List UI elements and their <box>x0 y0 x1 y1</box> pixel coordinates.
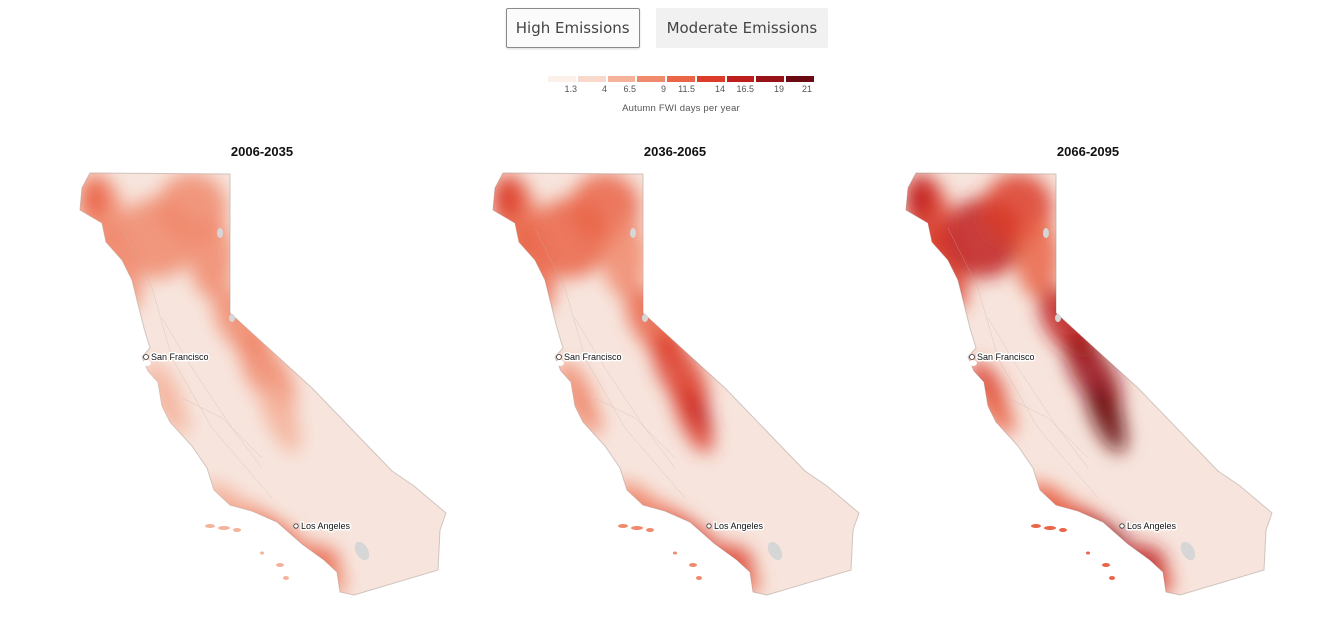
channel-island <box>218 526 230 530</box>
channel-island <box>1044 526 1056 530</box>
san-francisco-marker <box>143 354 149 360</box>
channel-island <box>205 524 215 528</box>
legend-swatch <box>607 76 636 82</box>
los-angeles-label: Los Angeles <box>714 521 764 531</box>
legend-tick: 9 <box>660 84 666 94</box>
legend-tick: 6.5 <box>623 84 636 94</box>
san-francisco-marker <box>556 354 562 360</box>
channel-island <box>276 563 284 567</box>
heat-region <box>190 218 234 298</box>
california-map: San Francisco Los Angeles <box>905 172 1273 596</box>
legend-swatch <box>577 76 606 82</box>
heat-region <box>603 218 647 298</box>
scenario-toggle: High Emissions Moderate Emissions <box>0 8 1334 48</box>
lake <box>217 228 223 238</box>
sf-bay <box>556 360 564 366</box>
legend-tick: 4 <box>601 84 607 94</box>
legend-swatch <box>696 76 725 82</box>
channel-island <box>1109 576 1115 580</box>
legend-title: Autumn FWI days per year <box>622 103 740 114</box>
heat-region <box>493 176 521 220</box>
channel-island <box>696 576 702 580</box>
legend-ticks: 1.3 4 6.5 9 11.5 14 16.5 19 21 <box>548 84 814 98</box>
legend-tick: 16.5 <box>736 84 754 94</box>
legend-tick: 19 <box>773 84 784 94</box>
channel-island <box>1031 524 1041 528</box>
san-francisco-label: San Francisco <box>151 352 209 362</box>
los-angeles-label: Los Angeles <box>1127 521 1177 531</box>
heat-region <box>906 176 934 220</box>
lake-tahoe <box>1055 314 1061 322</box>
map-title: 2066-2095 <box>1056 144 1120 159</box>
heat-region <box>80 176 108 220</box>
legend-swatch <box>548 76 576 82</box>
lake-tahoe <box>642 314 648 322</box>
legend-swatch <box>726 76 755 82</box>
channel-island <box>646 528 654 532</box>
legend-tick: 11.5 <box>678 84 695 94</box>
los-angeles-marker <box>293 523 299 529</box>
san-francisco-label: San Francisco <box>564 352 622 362</box>
map-title: 2036-2065 <box>643 144 707 159</box>
color-legend: 1.3 4 6.5 9 11.5 14 16.5 19 21 Autumn FW… <box>548 76 815 114</box>
channel-island <box>1102 563 1110 567</box>
channel-island <box>260 551 264 555</box>
channel-island <box>618 524 628 528</box>
map-panel-2036-2065: 2036-2065 San Francisco Los Angeles <box>475 140 875 610</box>
los-angeles-marker <box>706 523 712 529</box>
los-angeles-label: Los Angeles <box>301 521 351 531</box>
legend-color-bar <box>548 76 815 82</box>
channel-island <box>283 576 289 580</box>
legend-swatch <box>786 76 815 82</box>
legend-tick: 14 <box>714 84 725 94</box>
channel-island <box>233 528 241 532</box>
sf-bay <box>969 360 977 366</box>
sf-bay <box>143 360 151 366</box>
moderate-emissions-button[interactable]: Moderate Emissions <box>655 8 829 48</box>
legend-tick: 21 <box>801 84 812 94</box>
channel-island <box>1086 551 1090 555</box>
legend-swatch <box>756 76 785 82</box>
lake <box>630 228 636 238</box>
lake-tahoe <box>229 314 235 322</box>
heat-region <box>317 571 347 595</box>
high-emissions-button[interactable]: High Emissions <box>505 8 640 48</box>
san-francisco-marker <box>969 354 975 360</box>
legend-swatch <box>637 76 666 82</box>
map-panel-2066-2095: 2066-2095 San Francisco Los Angeles <box>888 140 1288 610</box>
channel-island <box>1059 528 1067 532</box>
channel-island <box>689 563 697 567</box>
map-panel-2006-2035: 2006-2035 San Francisco Los Angeles <box>62 140 462 610</box>
california-map: San Francisco Los Angeles <box>79 172 447 596</box>
heat-region <box>1143 571 1173 595</box>
channel-island <box>673 551 677 555</box>
california-map: San Francisco Los Angeles <box>492 172 860 596</box>
map-title: 2006-2035 <box>230 144 294 159</box>
san-francisco-label: San Francisco <box>977 352 1035 362</box>
legend-swatch <box>667 76 695 82</box>
heat-region <box>1016 218 1060 298</box>
channel-island <box>631 526 643 530</box>
heat-region <box>730 571 760 595</box>
los-angeles-marker <box>1119 523 1125 529</box>
lake <box>1043 228 1049 238</box>
legend-tick: 1.3 <box>564 84 577 94</box>
